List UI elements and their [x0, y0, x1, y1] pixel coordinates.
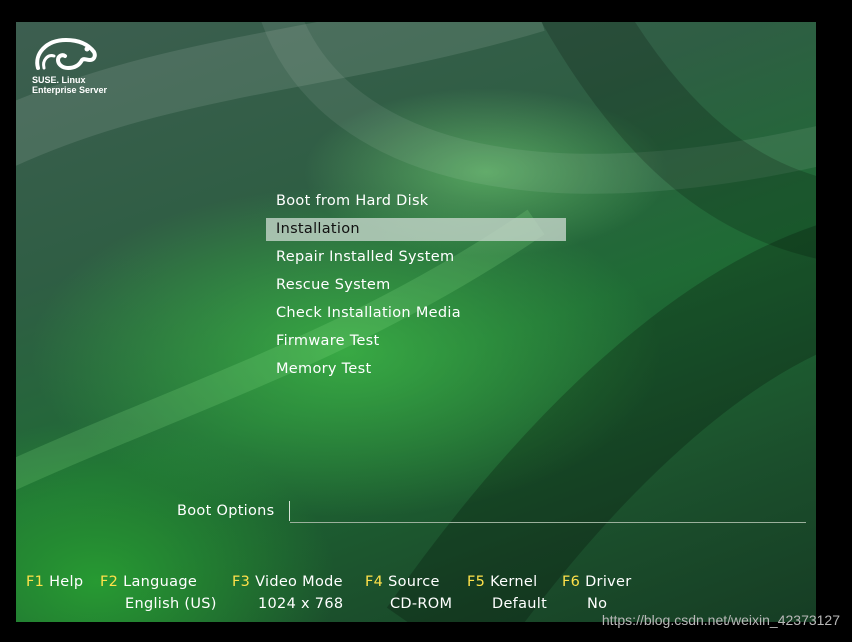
fkey-language-key: F2 [100, 574, 119, 590]
watermark-text: https://blog.csdn.net/weixin_42373127 [601, 612, 840, 628]
fkey-help-key: F1 [26, 574, 45, 590]
chameleon-icon [35, 37, 97, 71]
boot-options-label: Boot Options [177, 503, 275, 519]
fkey-language[interactable]: F2 Language [100, 574, 197, 590]
fkey-source[interactable]: F4 Source [365, 574, 440, 590]
menu-item-firmware-test[interactable]: Firmware Test [266, 330, 566, 353]
fkey-video-mode-key: F3 [232, 574, 251, 590]
fkey-language-value: English (US) [125, 596, 217, 612]
menu-item-memory-test[interactable]: Memory Test [266, 358, 566, 381]
boot-options: Boot Options [176, 500, 806, 524]
fkey-kernel-label: Kernel [490, 574, 538, 590]
menu-item-rescue-system[interactable]: Rescue System [266, 274, 566, 297]
fkey-help[interactable]: F1 Help [26, 574, 83, 590]
menu-item-check-installation-media[interactable]: Check Installation Media [266, 302, 566, 325]
fkey-driver-label: Driver [585, 574, 632, 590]
fkey-driver-key: F6 [562, 574, 581, 590]
fkey-source-key: F4 [365, 574, 384, 590]
menu-item-boot-from-hard-disk[interactable]: Boot from Hard Disk [266, 190, 566, 213]
fkey-help-label: Help [49, 574, 84, 590]
suse-logo: SUSE. Linux Enterprise Server [32, 36, 107, 95]
menu-item-installation[interactable]: Installation [266, 218, 566, 241]
boot-options-input-line[interactable] [290, 522, 806, 523]
boot-options-cursor[interactable] [289, 501, 290, 521]
fkey-video-mode[interactable]: F3 Video Mode [232, 574, 343, 590]
logo-line-2: Enterprise Server [32, 85, 108, 95]
fkey-driver-value: No [587, 596, 608, 612]
boot-menu[interactable]: Boot from Hard Disk Installation Repair … [266, 190, 566, 386]
fkey-kernel-key: F5 [467, 574, 486, 590]
fkey-kernel-value: Default [492, 596, 548, 612]
fkey-kernel[interactable]: F5 Kernel [467, 574, 537, 590]
boot-screen: SUSE. Linux Enterprise Server Boot from … [16, 22, 816, 622]
fkey-source-value: CD-ROM [390, 596, 453, 612]
fkey-video-mode-value: 1024 x 768 [258, 596, 344, 612]
fkey-driver[interactable]: F6 Driver [562, 574, 632, 590]
logo-line-1: SUSE. Linux [32, 75, 86, 85]
fkey-source-label: Source [388, 574, 440, 590]
fkey-video-mode-label: Video Mode [255, 574, 343, 590]
menu-item-repair-installed-system[interactable]: Repair Installed System [266, 246, 566, 269]
logo-text: SUSE. Linux Enterprise Server [32, 75, 152, 95]
fkey-language-label: Language [123, 574, 198, 590]
